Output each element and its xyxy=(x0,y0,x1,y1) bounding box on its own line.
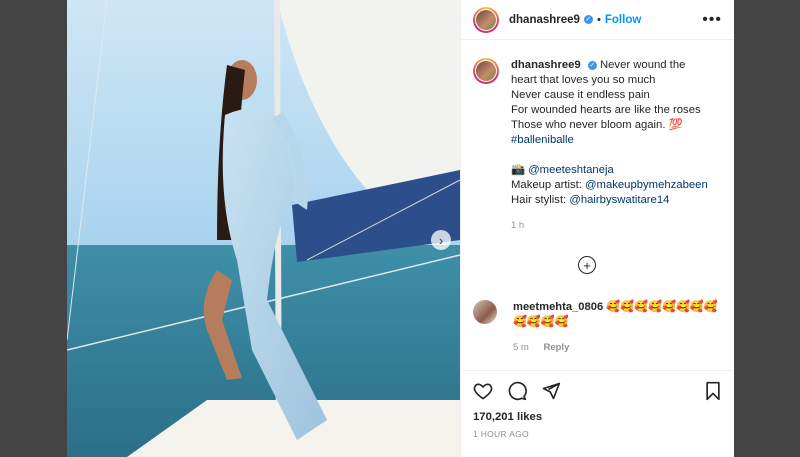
follow-button[interactable]: Follow xyxy=(605,14,641,26)
avatar-image xyxy=(476,9,496,30)
next-photo-button[interactable]: › xyxy=(431,230,451,250)
more-options-icon[interactable]: ••• xyxy=(702,11,722,29)
comment-meta: 5 m Reply xyxy=(513,340,722,355)
hair-label: Hair stylist: xyxy=(511,194,570,206)
author-avatar[interactable] xyxy=(473,6,499,33)
reply-button[interactable]: Reply xyxy=(543,342,569,353)
caption-line: heart that loves you so much xyxy=(511,74,656,86)
action-icons xyxy=(473,381,722,403)
save-icon[interactable] xyxy=(704,381,722,404)
post-modal: › dhanashree9 ✓ • Follow ••• dhanashree9… xyxy=(67,0,734,457)
comment-body: meetmehta_0806 🥰🥰🥰🥰🥰🥰🥰🥰🥰🥰🥰🥰 5 m Reply xyxy=(513,300,722,355)
photo-illustration xyxy=(67,0,460,457)
commenter-avatar[interactable] xyxy=(473,300,497,324)
caption-line: Those who never bloom again. 💯 xyxy=(511,119,683,131)
makeup-mention[interactable]: @makeupbymehzabeen xyxy=(585,179,708,191)
camera-emoji: 📸 xyxy=(511,164,526,176)
verified-badge-icon: ✓ xyxy=(587,60,597,70)
comment-timestamp[interactable]: 5 m xyxy=(513,342,529,353)
share-icon[interactable] xyxy=(541,381,561,404)
caption-line: For wounded hearts are like the roses xyxy=(511,104,701,116)
comment-icon[interactable] xyxy=(507,381,527,404)
post-actions: 170,201 likes 1 HOUR AGO xyxy=(461,370,734,439)
heart-icon[interactable] xyxy=(473,381,493,404)
avatar-image xyxy=(476,61,496,81)
caption-timestamp[interactable]: 1 h xyxy=(511,218,708,233)
caption-line: Never cause it endless pain xyxy=(511,89,650,101)
photographer-mention[interactable]: @meeteshtaneja xyxy=(528,164,614,176)
post-header: dhanashree9 ✓ • Follow ••• xyxy=(461,0,734,40)
load-more-comments-button[interactable]: + xyxy=(578,256,596,274)
post-photo[interactable]: › xyxy=(67,0,460,457)
hashtag-link[interactable]: #balleniballe xyxy=(511,133,708,148)
comment-item: meetmehta_0806 🥰🥰🥰🥰🥰🥰🥰🥰🥰🥰🥰🥰 5 m Reply xyxy=(473,300,722,355)
caption-line: Never wound the xyxy=(599,59,686,71)
hair-mention[interactable]: @hairbyswatitare14 xyxy=(569,194,669,206)
caption-username[interactable]: dhanashree9 xyxy=(511,59,581,71)
dot-separator: • xyxy=(596,13,601,26)
avatar-ring xyxy=(475,8,497,31)
caption-avatar[interactable] xyxy=(473,58,499,84)
post-side-panel: dhanashree9 ✓ • Follow ••• dhanashree9 ✓… xyxy=(460,0,734,457)
avatar-ring xyxy=(475,60,497,82)
caption-text: dhanashree9 ✓ Never wound the heart that… xyxy=(511,58,708,233)
caption: dhanashree9 ✓ Never wound the heart that… xyxy=(473,58,722,233)
verified-badge-icon: ✓ xyxy=(583,15,593,24)
post-timestamp[interactable]: 1 HOUR AGO xyxy=(473,429,722,439)
author-username[interactable]: dhanashree9 xyxy=(509,14,580,26)
backdrop-right[interactable] xyxy=(734,0,800,457)
backdrop-left[interactable] xyxy=(0,0,67,457)
commenter-username[interactable]: meetmehta_0806 xyxy=(513,301,603,313)
likes-count[interactable]: 170,201 likes xyxy=(473,411,722,423)
makeup-label: Makeup artist: xyxy=(511,179,586,191)
